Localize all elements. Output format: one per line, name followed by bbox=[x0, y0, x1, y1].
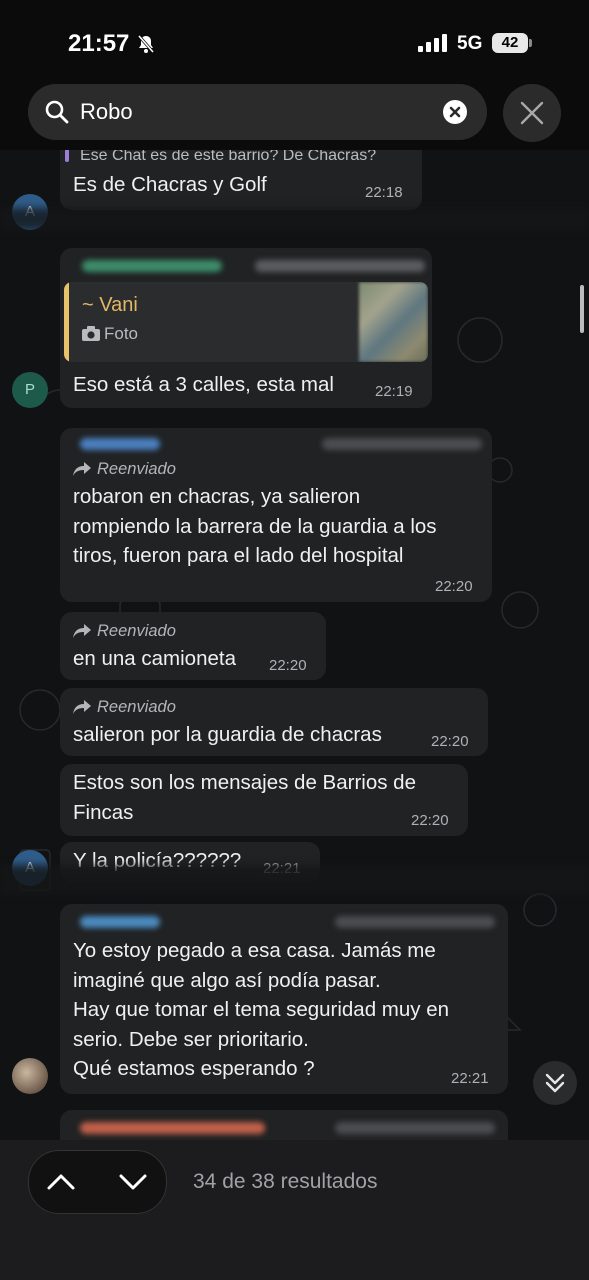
network-type: 5G bbox=[457, 33, 483, 54]
sender-phone bbox=[335, 1122, 495, 1134]
message-time: 22:20 bbox=[411, 812, 449, 829]
close-search-button[interactable] bbox=[503, 84, 561, 142]
forward-icon bbox=[73, 462, 91, 476]
message-bubble[interactable]: Reenviado salieron por la guardia de cha… bbox=[60, 688, 488, 756]
battery-indicator: 42 bbox=[492, 33, 528, 53]
quoted-message[interactable]: ~ Vani Foto bbox=[64, 282, 428, 362]
message-text: salieron por la guardia de chacras bbox=[73, 723, 382, 746]
sender-name bbox=[82, 260, 222, 272]
message-time: 22:20 bbox=[269, 657, 307, 674]
message-bubble[interactable] bbox=[60, 1110, 508, 1140]
sender-name bbox=[80, 916, 160, 928]
clear-search-icon[interactable] bbox=[443, 100, 467, 124]
forward-icon bbox=[73, 624, 91, 638]
bell-muted-icon bbox=[137, 35, 155, 53]
close-icon bbox=[520, 101, 544, 125]
sender-phone bbox=[335, 916, 495, 928]
sender-name bbox=[80, 438, 160, 450]
previous-result-button[interactable] bbox=[43, 1166, 79, 1198]
photo-thumbnail[interactable] bbox=[359, 282, 428, 362]
quoted-text: Ese Chat es de este barrio? De Chacras? bbox=[80, 150, 377, 164]
message-text: robaron en chacras, ya salieron rompiend… bbox=[73, 485, 437, 567]
message-bubble[interactable]: Reenviado en una camioneta 22:20 bbox=[60, 612, 326, 680]
result-navigation bbox=[28, 1150, 167, 1214]
blur-overlay bbox=[0, 865, 589, 895]
quote-bar bbox=[64, 282, 69, 362]
result-count: 34 de 38 resultados bbox=[193, 1170, 378, 1193]
message-time: 22:21 bbox=[451, 1070, 489, 1087]
message-text: Yo estoy pegado a esa casa. Jamás me ima… bbox=[73, 939, 450, 1080]
search-input[interactable]: Robo bbox=[80, 84, 133, 140]
chevron-up-icon bbox=[47, 1174, 75, 1190]
search-bar[interactable]: Robo bbox=[28, 84, 487, 140]
search-icon bbox=[45, 100, 69, 124]
double-chevron-down-icon bbox=[545, 1073, 565, 1093]
quote-author: ~ Vani bbox=[82, 294, 138, 316]
message-bubble[interactable]: Ese Chat es de este barrio? De Chacras? … bbox=[60, 150, 422, 210]
message-bubble[interactable]: Yo estoy pegado a esa casa. Jamás me ima… bbox=[60, 904, 508, 1094]
camera-icon bbox=[82, 326, 100, 341]
message-bubble[interactable]: Estos son los mensajes de Barrios de Fin… bbox=[60, 764, 468, 836]
status-time: 21:57 bbox=[68, 30, 130, 57]
scroll-to-bottom-button[interactable] bbox=[533, 1061, 577, 1105]
avatar[interactable]: P bbox=[12, 372, 48, 408]
scrollbar[interactable] bbox=[580, 285, 584, 333]
chevron-down-icon bbox=[119, 1174, 147, 1190]
message-text: en una camioneta bbox=[73, 647, 236, 670]
signal-icon bbox=[418, 34, 447, 52]
date-separator-blur bbox=[0, 208, 589, 230]
message-text: Es de Chacras y Golf bbox=[73, 173, 267, 196]
avatar[interactable]: ​ bbox=[12, 1058, 48, 1094]
message-text: Estos son los mensajes de Barrios de Fin… bbox=[73, 771, 416, 824]
message-time: 22:20 bbox=[435, 578, 473, 595]
quote-type: Foto bbox=[82, 324, 138, 344]
quote-bar bbox=[65, 150, 69, 162]
battery-tip bbox=[529, 39, 532, 47]
message-bubble[interactable]: Reenviado robaron en chacras, ya saliero… bbox=[60, 428, 492, 602]
message-time: 22:20 bbox=[431, 733, 469, 750]
quote-type-label: Foto bbox=[104, 324, 139, 343]
forwarded-label: Reenviado bbox=[73, 460, 176, 479]
sender-phone bbox=[255, 260, 425, 272]
message-text: Eso está a 3 calles, esta mal bbox=[73, 373, 334, 396]
message-time: 22:19 bbox=[375, 383, 413, 400]
status-bar: 21:57 5G 42 bbox=[0, 0, 589, 80]
chat-area[interactable]: Ese Chat es de este barrio? De Chacras? … bbox=[0, 150, 589, 1140]
message-time: 22:18 bbox=[365, 184, 403, 201]
forwarded-label: Reenviado bbox=[73, 622, 176, 641]
forwarded-label: Reenviado bbox=[73, 698, 176, 717]
forward-icon bbox=[73, 700, 91, 714]
search-results-bar: 34 de 38 resultados bbox=[0, 1140, 589, 1280]
sender-name bbox=[80, 1122, 265, 1134]
next-result-button[interactable] bbox=[115, 1166, 151, 1198]
sender-phone bbox=[322, 438, 482, 450]
